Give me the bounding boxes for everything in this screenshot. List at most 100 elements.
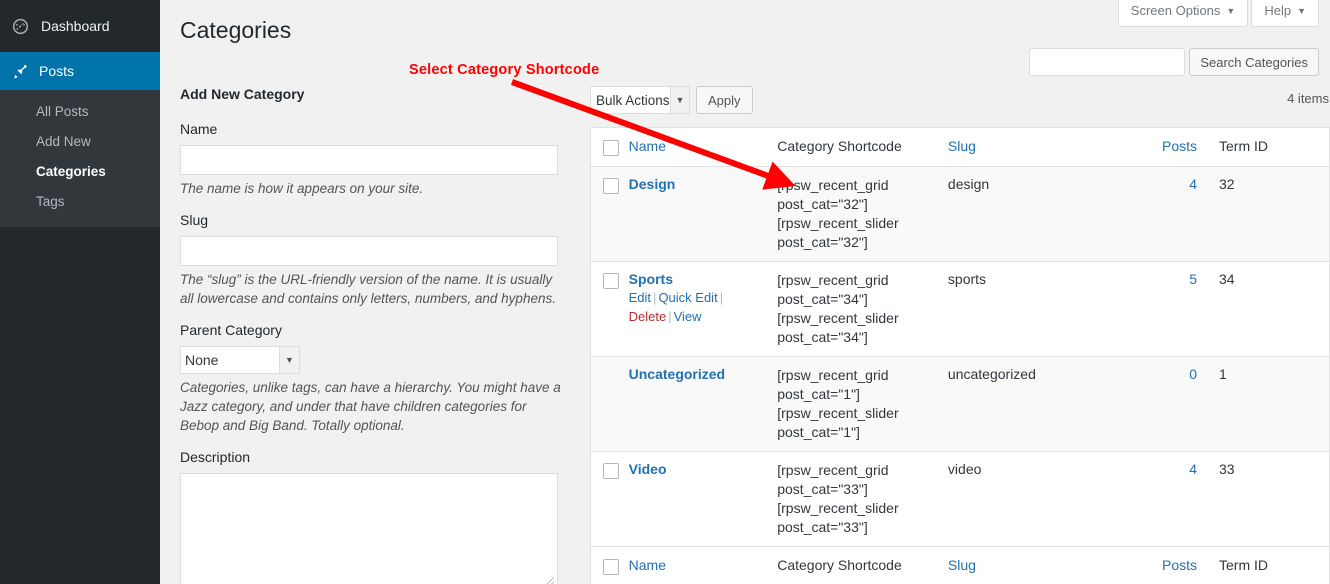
row-action-view[interactable]: View — [674, 309, 702, 324]
column-header-name[interactable]: Name — [629, 128, 778, 167]
column-header-name-label: Name — [629, 138, 666, 154]
select-all-header[interactable] — [591, 128, 629, 167]
table-row: Sports Edit|Quick Edit| Delete|View [rps… — [591, 262, 1330, 357]
shortcode-line: post_cat="1"] — [777, 423, 938, 442]
apply-button[interactable]: Apply — [696, 86, 753, 114]
table-row: Video [rpsw_recent_grid post_cat="33"] [… — [591, 452, 1330, 547]
select-all-checkbox-footer[interactable] — [603, 559, 619, 575]
form-heading: Add New Category — [180, 85, 578, 103]
select-all-checkbox[interactable] — [603, 140, 619, 156]
row-checkbox-cell — [591, 357, 629, 452]
row-checkbox-cell[interactable] — [591, 452, 629, 547]
description-textarea[interactable] — [180, 473, 558, 584]
help-button[interactable]: Help▼ — [1251, 0, 1319, 27]
shortcode-line: [rpsw_recent_grid — [777, 176, 938, 195]
row-action-separator: | — [718, 290, 725, 305]
posts-count-link[interactable]: 0 — [1189, 366, 1197, 382]
name-input[interactable] — [180, 145, 558, 175]
category-name-link[interactable]: Sports — [629, 271, 673, 287]
row-checkbox[interactable] — [603, 463, 619, 479]
column-header-term-id-label: Term ID — [1219, 138, 1268, 154]
column-footer-posts[interactable]: Posts — [1129, 547, 1219, 584]
slug-input[interactable] — [180, 236, 558, 266]
screen-options-label: Screen Options — [1131, 3, 1221, 18]
category-name-link[interactable]: Design — [629, 176, 676, 192]
name-label: Name — [180, 120, 578, 138]
column-footer-slug[interactable]: Slug — [948, 547, 1129, 584]
wp-admin-screen: Dashboard Posts All Posts Add New Catego… — [0, 0, 1330, 584]
column-header-slug[interactable]: Slug — [948, 128, 1129, 167]
category-name-link[interactable]: Video — [629, 461, 667, 477]
table-row: Design [rpsw_recent_grid post_cat="32"] … — [591, 167, 1330, 262]
categories-table: Name Category Shortcode Slug Posts Term … — [590, 127, 1330, 584]
column-footer-shortcode: Category Shortcode — [777, 547, 948, 584]
category-name-link[interactable]: Uncategorized — [629, 366, 725, 382]
row-term-id-cell: 34 — [1219, 262, 1330, 357]
screen-options-button[interactable]: Screen Options▼ — [1118, 0, 1249, 27]
sidebar-dashboard-label: Dashboard — [41, 18, 110, 34]
row-shortcode-cell: [rpsw_recent_grid post_cat="33"] [rpsw_r… — [777, 452, 948, 547]
column-header-shortcode-label: Category Shortcode — [777, 138, 902, 154]
field-description: Description — [180, 448, 578, 584]
posts-count-link[interactable]: 5 — [1189, 271, 1197, 287]
chevron-down-icon: ▼ — [1297, 6, 1306, 16]
bulk-actions-wrap: Bulk Actions ▼ — [590, 86, 690, 114]
row-shortcode-cell: [rpsw_recent_grid post_cat="1"] [rpsw_re… — [777, 357, 948, 452]
parent-category-description: Categories, unlike tags, can have a hier… — [180, 378, 562, 435]
field-name: Name The name is how it appears on your … — [180, 120, 578, 198]
shortcode-line: post_cat="34"] — [777, 328, 938, 347]
row-checkbox-cell[interactable] — [591, 262, 629, 357]
row-slug-cell: uncategorized — [948, 357, 1129, 452]
sidebar-item-all-posts[interactable]: All Posts — [0, 97, 160, 127]
row-posts-cell: 4 — [1129, 167, 1219, 262]
row-checkbox-cell[interactable] — [591, 167, 629, 262]
parent-category-select[interactable]: None — [180, 346, 300, 374]
column-header-posts[interactable]: Posts — [1129, 128, 1219, 167]
sidebar-item-add-new[interactable]: Add New — [0, 127, 160, 157]
shortcode-line: [rpsw_recent_slider — [777, 309, 938, 328]
dashboard-gauge-icon — [11, 17, 39, 36]
pin-icon — [11, 62, 39, 81]
shortcode-line: post_cat="32"] — [777, 233, 938, 252]
sidebar-item-dashboard[interactable]: Dashboard — [0, 0, 160, 52]
sidebar-item-tags[interactable]: Tags — [0, 187, 160, 217]
row-action-quick-edit[interactable]: Quick Edit — [658, 290, 717, 305]
slug-label: Slug — [180, 211, 578, 229]
row-checkbox[interactable] — [603, 273, 619, 289]
column-footer-slug-label: Slug — [948, 557, 976, 573]
row-name-cell: Uncategorized — [629, 357, 778, 452]
search-box: Search Categories — [1029, 48, 1319, 76]
row-checkbox[interactable] — [603, 178, 619, 194]
row-posts-cell: 5 — [1129, 262, 1219, 357]
column-header-posts-label: Posts — [1162, 138, 1197, 154]
row-actions: Edit|Quick Edit| Delete|View — [629, 288, 768, 326]
posts-count-link[interactable]: 4 — [1189, 176, 1197, 192]
table-header-row: Name Category Shortcode Slug Posts Term … — [591, 128, 1330, 167]
search-input[interactable] — [1029, 48, 1185, 76]
field-slug: Slug The “slug” is the URL-friendly vers… — [180, 211, 578, 308]
row-shortcode-cell: [rpsw_recent_grid post_cat="32"] [rpsw_r… — [777, 167, 948, 262]
search-categories-button[interactable]: Search Categories — [1189, 48, 1319, 76]
column-footer-name[interactable]: Name — [629, 547, 778, 584]
table-foot: Name Category Shortcode Slug Posts Term … — [591, 547, 1330, 584]
field-parent-category: Parent Category None ▼ Categories, unlik… — [180, 321, 578, 435]
sidebar-item-categories[interactable]: Categories — [0, 157, 160, 187]
row-slug-cell: design — [948, 167, 1129, 262]
bulk-actions-select[interactable]: Bulk Actions — [590, 86, 690, 114]
sidebar-item-posts[interactable]: Posts — [0, 52, 160, 90]
posts-count-link[interactable]: 4 — [1189, 461, 1197, 477]
page-title: Categories — [180, 16, 291, 45]
categories-table-panel: Bulk Actions ▼ Apply 4 items Name Catego… — [590, 85, 1330, 584]
table-head: Name Category Shortcode Slug Posts Term … — [591, 128, 1330, 167]
description-textarea-wrap — [180, 473, 558, 584]
shortcode-line: post_cat="33"] — [777, 518, 938, 537]
column-footer-name-label: Name — [629, 557, 666, 573]
row-action-delete[interactable]: Delete — [629, 309, 667, 324]
row-action-edit[interactable]: Edit — [629, 290, 651, 305]
table-body: Design [rpsw_recent_grid post_cat="32"] … — [591, 167, 1330, 547]
shortcode-line: [rpsw_recent_slider — [777, 499, 938, 518]
shortcode-line: post_cat="34"] — [777, 290, 938, 309]
tablenav-top: Bulk Actions ▼ Apply 4 items — [590, 85, 1330, 115]
select-all-footer-header[interactable] — [591, 547, 629, 584]
shortcode-line: post_cat="32"] — [777, 195, 938, 214]
